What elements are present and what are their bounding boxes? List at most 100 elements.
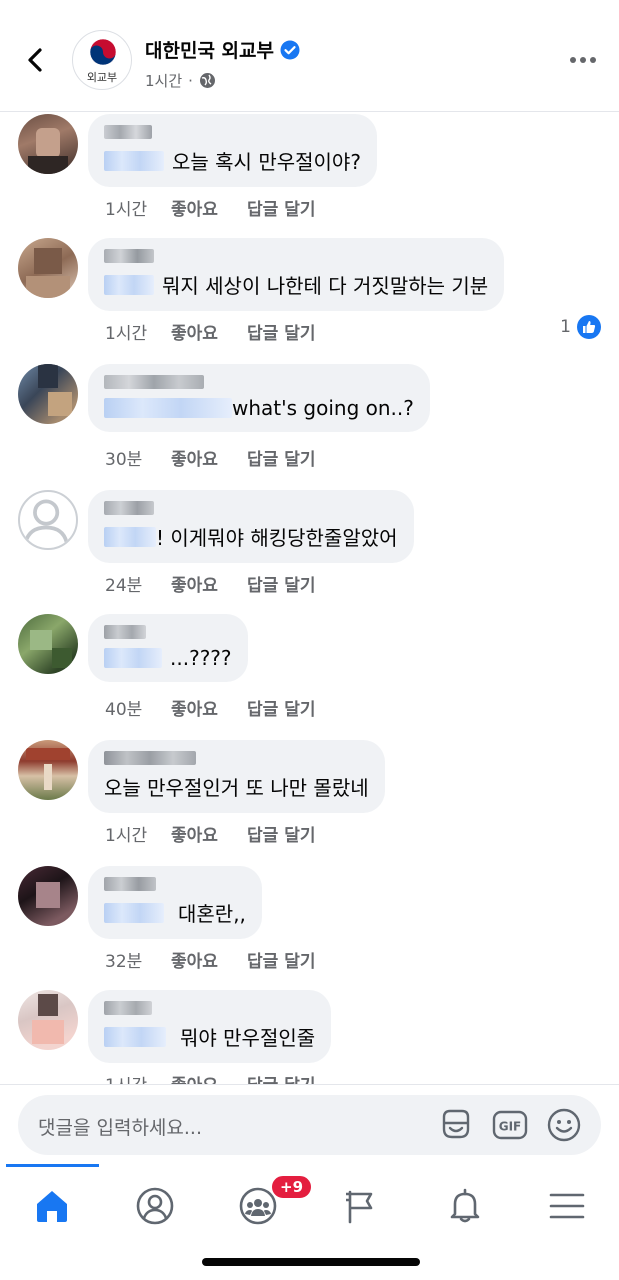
comment-time: 40분 — [105, 700, 143, 720]
tab-profile[interactable] — [125, 1176, 185, 1236]
comment-actions: 32분 좋아요 답글 달기 — [105, 947, 315, 972]
globe-icon — [199, 73, 215, 88]
notifications-bell-icon — [450, 1188, 480, 1223]
menu-icon — [549, 1193, 585, 1219]
page-name-row: 대한민국 외교부 — [145, 36, 300, 63]
comment-text: 대혼란,, — [178, 902, 246, 926]
commenter-avatar[interactable] — [18, 364, 78, 424]
comment-bubble[interactable]: ...???? — [88, 614, 248, 682]
mention-tag-redacted — [104, 1026, 166, 1047]
mention-tag-redacted — [104, 648, 162, 668]
like-link[interactable]: 좋아요 — [171, 821, 247, 846]
groups-notification-badge: +9 — [270, 1174, 314, 1200]
comment-text: 뭐지 세상이 나한테 다 거짓말하는 기분 — [162, 274, 489, 298]
more-horizontal-icon[interactable] — [569, 52, 597, 68]
commenter-name-redacted — [104, 876, 246, 891]
like-link[interactable]: 좋아요 — [171, 195, 247, 220]
commenter-name-redacted — [104, 624, 232, 639]
comment-bubble[interactable]: ! 이게뭐야 해킹당한줄알았어 — [88, 490, 414, 563]
like-link[interactable]: 좋아요 — [171, 695, 247, 720]
mention-tag-redacted — [104, 526, 156, 547]
comment-text: 뭐야 만우절인줄 — [180, 1026, 316, 1050]
comment-text: ...???? — [170, 646, 232, 670]
emoji-icon[interactable] — [546, 1107, 582, 1143]
reply-link[interactable]: 답글 달기 — [247, 319, 315, 344]
comment-actions: 1시간 좋아요 답글 달기 — [105, 319, 315, 344]
commenter-avatar[interactable] — [18, 614, 78, 674]
reaction-summary[interactable]: 1 — [560, 315, 601, 339]
mention-tag-redacted — [104, 902, 164, 923]
comment-bubble[interactable]: 오늘 혹시 만우절이야? — [88, 114, 377, 187]
commenter-name-redacted — [104, 1000, 315, 1015]
comment-time: 1시간 — [105, 324, 148, 344]
page-name[interactable]: 대한민국 외교부 — [145, 36, 274, 63]
reply-link[interactable]: 답글 달기 — [247, 195, 315, 220]
reply-link[interactable]: 답글 달기 — [247, 1071, 315, 1084]
comment-actions: 30분 좋아요 답글 달기 — [105, 445, 315, 470]
comment-bubble[interactable]: 뭐야 만우절인줄 — [88, 990, 332, 1063]
active-tab-indicator — [6, 1164, 99, 1167]
like-link[interactable]: 좋아요 — [171, 445, 247, 470]
reply-link[interactable]: 답글 달기 — [247, 445, 315, 470]
comment-bubble[interactable]: 오늘 만우절인거 또 나만 몰랐네 — [88, 740, 385, 813]
gif-icon[interactable]: GIF — [492, 1107, 528, 1143]
post-header: 외교부 대한민국 외교부 1시간 · — [0, 0, 619, 112]
profile-icon — [136, 1187, 174, 1225]
tab-menu[interactable] — [537, 1176, 597, 1236]
like-link[interactable]: 좋아요 — [171, 1071, 247, 1084]
reply-link[interactable]: 답글 달기 — [247, 571, 315, 596]
comment-actions: 1시간 좋아요 답글 달기 — [105, 195, 315, 220]
sticker-icon[interactable] — [438, 1107, 474, 1143]
svg-text:GIF: GIF — [499, 1120, 522, 1134]
comment-actions: 40분 좋아요 답글 달기 — [105, 695, 315, 720]
commenter-name-redacted — [104, 124, 361, 139]
commenter-avatar[interactable] — [18, 238, 78, 298]
home-icon — [37, 1191, 67, 1222]
commenter-name-redacted — [104, 500, 398, 515]
comment-actions: 24분 좋아요 답글 달기 — [105, 571, 315, 596]
comment-bubble[interactable]: 대혼란,, — [88, 866, 262, 939]
like-link[interactable]: 좋아요 — [171, 319, 247, 344]
reply-link[interactable]: 답글 달기 — [247, 947, 315, 972]
tab-notifications[interactable] — [435, 1176, 495, 1236]
verified-badge-icon — [280, 40, 300, 59]
commenter-avatar[interactable] — [18, 740, 78, 800]
comments-list[interactable]: 오늘 혹시 만우절이야? 1시간 좋아요 답글 달기 뭐지 세상이 나한테 다 … — [0, 112, 619, 1084]
comment-time: 32분 — [105, 952, 143, 972]
like-thumb-icon — [577, 315, 601, 339]
reaction-count: 1 — [560, 317, 571, 337]
comment-time: 1시간 — [105, 200, 148, 220]
tab-pages[interactable] — [331, 1176, 391, 1236]
comment-text: what's going on..? — [232, 396, 414, 420]
comment-time: 1시간 — [105, 1071, 171, 1084]
like-link[interactable]: 좋아요 — [171, 571, 247, 596]
comment-input[interactable]: 댓글을 입력하세요... GIF — [18, 1095, 601, 1155]
default-avatar[interactable] — [18, 490, 78, 550]
commenter-name-redacted — [104, 248, 488, 263]
tab-home[interactable] — [22, 1176, 82, 1236]
home-indicator[interactable] — [202, 1258, 420, 1266]
reply-link[interactable]: 답글 달기 — [247, 821, 315, 846]
commenter-name-redacted — [104, 374, 414, 389]
comment-bubble[interactable]: 뭐지 세상이 나한테 다 거짓말하는 기분 — [88, 238, 505, 311]
mention-tag-redacted — [104, 274, 154, 295]
comment-bubble[interactable]: what's going on..? — [88, 364, 430, 432]
commenter-avatar[interactable] — [18, 990, 78, 1050]
comment-time: 24분 — [105, 576, 143, 596]
comment-actions: 1시간 좋아요 답글 달기 — [105, 821, 315, 846]
comment-text: 오늘 혹시 만우절이야? — [172, 150, 361, 174]
post-meta: 1시간 · — [145, 70, 216, 91]
reply-link[interactable]: 답글 달기 — [247, 695, 315, 720]
comment-text: ! 이게뭐야 해킹당한줄알았어 — [156, 526, 398, 550]
comment-composer: 댓글을 입력하세요... GIF — [0, 1084, 619, 1164]
comment-time: 30분 — [105, 450, 143, 470]
commenter-name-redacted — [104, 750, 369, 765]
back-chevron-icon[interactable] — [20, 44, 52, 76]
commenter-avatar[interactable] — [18, 114, 78, 174]
comment-text: 오늘 만우절인거 또 나만 몰랐네 — [104, 776, 369, 800]
default-profile-silhouette-icon — [23, 499, 69, 543]
commenter-avatar[interactable] — [18, 866, 78, 926]
page-avatar-logo[interactable]: 외교부 — [72, 30, 132, 90]
mention-tag-redacted — [104, 150, 164, 171]
like-link[interactable]: 좋아요 — [171, 947, 247, 972]
